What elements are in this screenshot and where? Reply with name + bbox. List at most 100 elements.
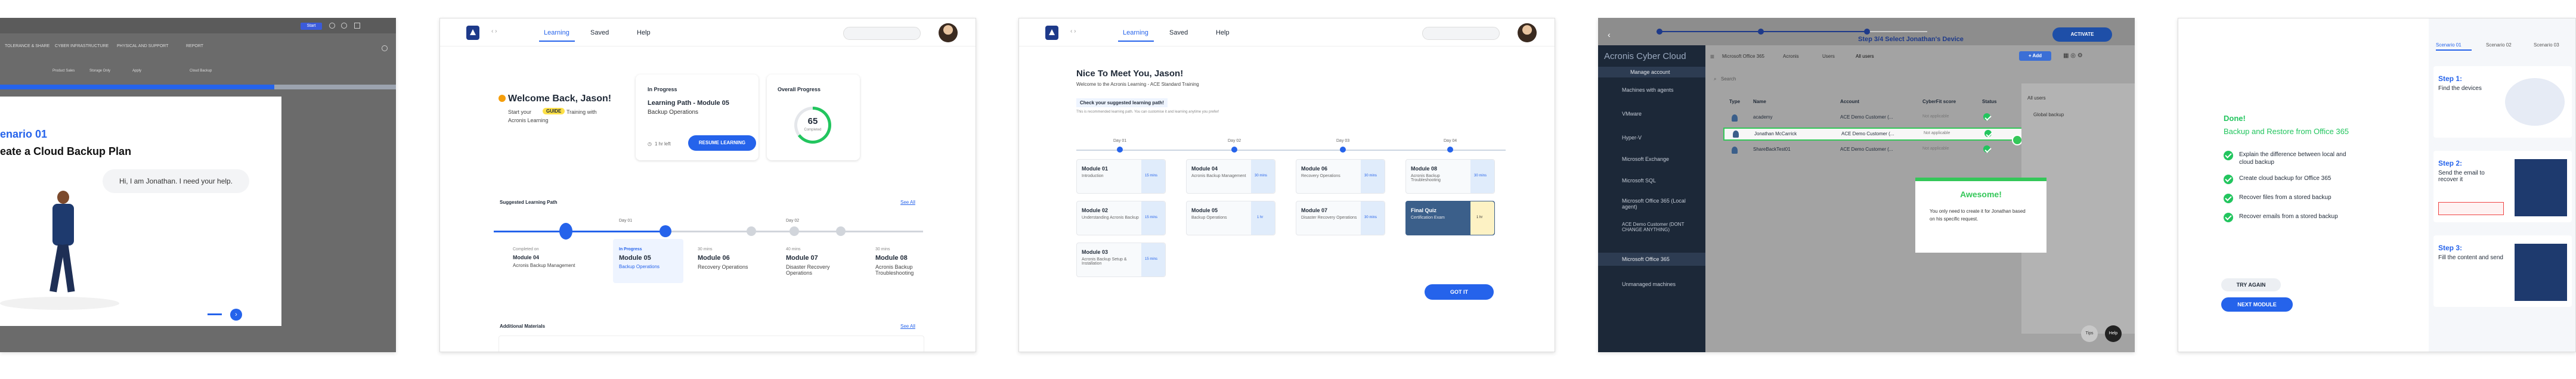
breadcrumb[interactable]: Microsoft Office 365: [1722, 54, 1764, 59]
nav-back-icon[interactable]: ‹ ›: [491, 28, 497, 35]
tab-1[interactable]: CYBER INFRASTRUCTURE: [55, 44, 109, 48]
module-card[interactable]: Module 08 Acronis Backup Troubleshooting…: [1405, 159, 1495, 194]
breadcrumb[interactable]: All users: [1856, 54, 1874, 59]
fullscreen-icon[interactable]: [354, 23, 360, 29]
column-header[interactable]: CyberFit score: [1922, 99, 1956, 104]
module-title: Module 08: [1411, 166, 1438, 172]
nav-saved[interactable]: Saved: [1169, 29, 1188, 36]
sidebar-item[interactable]: Unmanaged machines: [1622, 281, 1676, 287]
module-card[interactable]: Module 03 Acronis Backup Setup & Install…: [1076, 243, 1166, 277]
step-card[interactable]: Step 2: Send the email to recover it: [2433, 151, 2572, 222]
help-button[interactable]: Help: [2105, 325, 2122, 342]
next-arrow-icon[interactable]: ›: [230, 309, 242, 321]
sidebar-item[interactable]: Microsoft SQL: [1622, 178, 1656, 184]
next-module-button[interactable]: NEXT MODULE: [2221, 297, 2293, 312]
breadcrumb[interactable]: Users: [1822, 54, 1835, 59]
back-arrow-icon[interactable]: ‹: [1608, 30, 1611, 39]
settings-icon[interactable]: [341, 23, 347, 29]
module-card[interactable]: Module 07 Disaster Recovery Operations 3…: [1296, 201, 1385, 235]
step-title: Step 2:: [2438, 159, 2463, 167]
check-icon: [2224, 175, 2233, 184]
step-dot: [1657, 29, 1662, 35]
column-header[interactable]: Status: [1982, 99, 1996, 104]
column-header[interactable]: Account: [1840, 99, 1859, 104]
tips-button[interactable]: Tips: [2081, 325, 2098, 342]
module-card[interactable]: Module 05 Backup Operations 1 hr: [1186, 201, 1275, 235]
timeline-node: [559, 223, 572, 240]
timeline-node: [747, 226, 756, 236]
page-title: Nice To Meet You, Jason!: [1076, 69, 1184, 79]
table-row[interactable]: academy ACE Demo Customer (... Not appli…: [1723, 112, 1998, 124]
search-icon[interactable]: ⌕: [1714, 76, 1716, 82]
user-account: ACE Demo Customer (...: [1840, 147, 1893, 152]
popup-title: Awesome!: [1960, 190, 2002, 199]
settings-icon[interactable]: [382, 45, 388, 51]
module-card[interactable]: Module 04 Acronis Backup Management 30 m…: [1186, 159, 1275, 194]
toolbar-icons[interactable]: ▦ ◎ ⚙: [2063, 52, 2083, 59]
nav-learning[interactable]: Learning: [544, 29, 569, 36]
search-input[interactable]: [843, 27, 921, 40]
tab-0[interactable]: TOLERANCE & SHARE: [5, 44, 49, 48]
breadcrumb[interactable]: Acronis: [1783, 54, 1799, 59]
subtab-3[interactable]: Cloud Backup: [190, 69, 212, 73]
step-card[interactable]: Step 3: Fill the content and send: [2433, 235, 2572, 307]
step-title[interactable]: Module 04: [513, 254, 539, 260]
help-icon[interactable]: [329, 23, 335, 29]
module-card[interactable]: Module 02 Understanding Acronis Backup 1…: [1076, 201, 1166, 235]
sidebar-item[interactable]: Microsoft Office 365 (Local agent): [1622, 198, 1699, 210]
step-title[interactable]: Module 05: [619, 254, 651, 262]
avatar[interactable]: [939, 23, 958, 42]
scenario-tab[interactable]: Scenario 03: [2534, 42, 2559, 48]
nav-saved[interactable]: Saved: [590, 29, 609, 36]
table-row-highlighted[interactable]: Jonathan McCarrick ACE Demo Customer (..…: [1723, 128, 2057, 141]
scenario-tab[interactable]: Scenario 01: [2436, 42, 2462, 48]
see-all-link[interactable]: See All: [900, 324, 915, 329]
step-title[interactable]: Module 07: [786, 254, 818, 262]
activate-button[interactable]: ACTIVATE: [2052, 27, 2112, 42]
resume-learning-button[interactable]: RESUME LEARNING: [688, 135, 756, 151]
timeline-node: [789, 226, 799, 236]
clock-icon: ◷: [648, 141, 652, 147]
brand-title: Acronis Cyber Cloud: [1604, 51, 1686, 61]
sidebar-item[interactable]: Microsoft Office 365: [1622, 256, 1670, 262]
subtab-1[interactable]: Storage Only: [89, 69, 110, 73]
menu-icon[interactable]: ≡: [1710, 52, 1714, 61]
module-title: Module 04: [1191, 166, 1218, 172]
pager-dash[interactable]: [208, 313, 222, 315]
scenario-tab[interactable]: Scenario 02: [2486, 42, 2512, 48]
see-all-link[interactable]: See All: [900, 200, 915, 205]
sidebar-item[interactable]: VMware: [1622, 111, 1642, 117]
nav-learning[interactable]: Learning: [1123, 29, 1148, 36]
search-input[interactable]: Search: [1721, 76, 1736, 82]
sidebar-item[interactable]: Microsoft Exchange: [1622, 156, 1669, 162]
subtab-2[interactable]: Apply: [132, 69, 141, 73]
tab-3[interactable]: REPORT: [186, 44, 203, 48]
nav-help[interactable]: Help: [637, 29, 651, 36]
tab-2[interactable]: PHYSICAL AND SUPPORT: [117, 44, 168, 48]
column-header[interactable]: Name: [1753, 99, 1766, 104]
step-card[interactable]: Step 1: Find the devices: [2433, 66, 2572, 138]
sidebar-item[interactable]: Hyper-V: [1622, 135, 1642, 141]
step-title[interactable]: Module 06: [698, 254, 730, 262]
progress-value: 65: [807, 116, 818, 126]
warning-box: [2438, 202, 2504, 215]
search-input[interactable]: [1422, 27, 1500, 40]
avatar[interactable]: [1518, 23, 1537, 42]
global-backup-link[interactable]: Global backup: [2033, 112, 2064, 117]
table-row[interactable]: ShareBackTest01 ACE Demo Customer (... N…: [1723, 144, 1998, 156]
final-quiz-card[interactable]: Final Quiz Certification Exam 1 hr: [1405, 201, 1495, 235]
add-button[interactable]: + Add: [2019, 51, 2051, 61]
nav-help[interactable]: Help: [1216, 29, 1230, 36]
subtab-0[interactable]: Product Sales: [52, 69, 75, 73]
module-card[interactable]: Module 06 Recovery Operations 30 mins: [1296, 159, 1385, 194]
sidebar-item[interactable]: ACE Demo Customer (DONT CHANGE ANYTHING): [1622, 222, 1699, 232]
got-it-button[interactable]: GOT IT: [1425, 284, 1494, 300]
nav-back-icon[interactable]: ‹ ›: [1070, 28, 1076, 35]
step-sub: Backup Operations: [619, 264, 660, 269]
sidebar-item[interactable]: Manage account: [1630, 69, 1670, 75]
step-title[interactable]: Module 08: [875, 254, 908, 262]
sidebar-item[interactable]: Machines with agents: [1622, 87, 1674, 93]
module-card[interactable]: Module 01 Introduction 15 mins: [1076, 159, 1166, 194]
try-again-button[interactable]: TRY AGAIN: [2221, 278, 2281, 291]
start-button[interactable]: Start: [301, 23, 322, 30]
